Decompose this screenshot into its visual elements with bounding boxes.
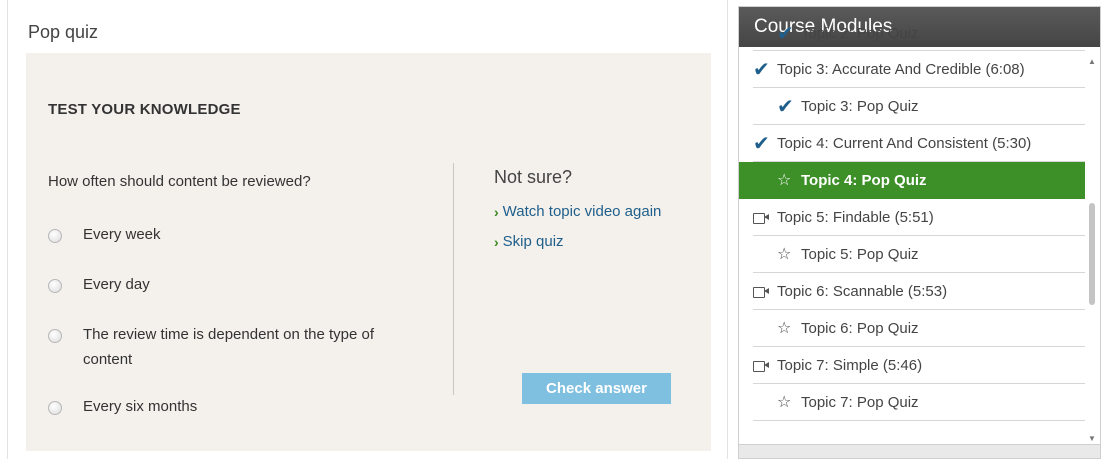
module-item[interactable]: ✔ Topic 3: Pop Quiz	[753, 88, 1085, 125]
video-camera-icon	[753, 360, 773, 372]
quiz-pane: Pop quiz TEST YOUR KNOWLEDGE How often s…	[7, 0, 715, 459]
radio-button[interactable]	[48, 329, 62, 343]
module-item[interactable]: ✔ Topic 2: Pop Quiz	[753, 17, 1085, 51]
video-camera-icon	[753, 212, 773, 224]
checkmark-icon: ✔	[753, 58, 770, 81]
scrollbar-thumb[interactable]	[1089, 203, 1095, 305]
link-label: Skip quiz	[502, 233, 564, 250]
answer-option-every-day[interactable]: Every day	[48, 276, 428, 297]
module-item-label: Topic 7: Pop Quiz	[801, 393, 919, 411]
module-item[interactable]: ☆ Topic 7: Pop Quiz	[753, 384, 1085, 421]
watch-video-again-link[interactable]: › Watch topic video again	[494, 203, 661, 220]
checkmark-icon: ✔	[777, 95, 794, 118]
star-icon: ☆	[777, 320, 792, 337]
modules-footer	[739, 444, 1100, 458]
quiz-heading: TEST YOUR KNOWLEDGE	[48, 101, 241, 118]
module-item-label: Topic 5: Findable (5:51)	[777, 208, 934, 226]
radio-button[interactable]	[48, 279, 62, 293]
video-camera-icon	[753, 286, 773, 298]
module-item-label: Topic 4: Current And Consistent (5:30)	[777, 134, 1032, 152]
quiz-question: How often should content be reviewed?	[48, 173, 311, 190]
radio-button[interactable]	[48, 229, 62, 243]
module-item-label: Topic 7: Simple (5:46)	[777, 356, 923, 374]
answer-option-every-six-months[interactable]: Every six months	[48, 398, 428, 419]
course-modules-panel: Course Modules ✔ Topic 2: Pop Quiz ✔ Top…	[738, 6, 1101, 459]
vertical-divider	[453, 163, 454, 395]
answer-option-label: Every day	[83, 276, 150, 293]
chevron-right-icon: ›	[494, 233, 499, 250]
module-item[interactable]: ✔ Topic 4: Current And Consistent (5:30)	[753, 125, 1085, 162]
page-title: Pop quiz	[28, 22, 99, 42]
module-item[interactable]: ✔ Topic 3: Accurate And Credible (6:08)	[753, 51, 1085, 88]
star-icon: ☆	[777, 172, 792, 189]
scroll-up-arrow-icon[interactable]: ▲	[1088, 57, 1096, 66]
module-list-scrollbar[interactable]: ▲ ▼	[1087, 53, 1097, 443]
star-icon: ☆	[777, 246, 792, 263]
quiz-card: TEST YOUR KNOWLEDGE How often should con…	[26, 53, 711, 451]
module-item-label: Topic 5: Pop Quiz	[801, 245, 919, 263]
help-title: Not sure?	[494, 167, 573, 187]
pane-divider	[727, 0, 728, 459]
scroll-down-arrow-icon[interactable]: ▼	[1088, 434, 1096, 443]
module-item[interactable]: Topic 5: Findable (5:51)	[753, 199, 1085, 236]
link-label: Watch topic video again	[502, 203, 662, 220]
module-item-active[interactable]: ☆ Topic 4: Pop Quiz	[739, 162, 1085, 199]
radio-button[interactable]	[48, 401, 62, 415]
module-list: ✔ Topic 2: Pop Quiz ✔ Topic 3: Accurate …	[739, 23, 1085, 421]
module-item-label: Topic 4: Pop Quiz	[801, 171, 927, 189]
answer-option-every-week[interactable]: Every week	[48, 226, 428, 247]
chevron-right-icon: ›	[494, 203, 499, 220]
checkmark-icon: ✔	[777, 23, 794, 45]
module-item[interactable]: Topic 7: Simple (5:46)	[753, 347, 1085, 384]
answer-option-label: Every week	[83, 226, 161, 243]
module-item[interactable]: Topic 6: Scannable (5:53)	[753, 273, 1085, 310]
answer-option-label: The review time is dependent on the type…	[83, 326, 375, 368]
module-item-label: Topic 3: Accurate And Credible (6:08)	[777, 60, 1025, 78]
module-item-label: Topic 6: Pop Quiz	[801, 319, 919, 337]
module-item[interactable]: ☆ Topic 6: Pop Quiz	[753, 310, 1085, 347]
check-answer-button[interactable]: Check answer	[522, 373, 671, 404]
module-item-label: Topic 3: Pop Quiz	[801, 97, 919, 115]
star-icon: ☆	[777, 394, 792, 411]
skip-quiz-link[interactable]: › Skip quiz	[494, 233, 564, 250]
module-item-label: Topic 6: Scannable (5:53)	[777, 282, 948, 300]
checkmark-icon: ✔	[753, 132, 770, 155]
answer-option-label: Every six months	[83, 398, 198, 415]
module-item[interactable]: ☆ Topic 5: Pop Quiz	[753, 236, 1085, 273]
answer-option-depends-on-type[interactable]: The review time is dependent on the type…	[48, 326, 398, 372]
module-item-label: Topic 2: Pop Quiz	[801, 25, 919, 42]
